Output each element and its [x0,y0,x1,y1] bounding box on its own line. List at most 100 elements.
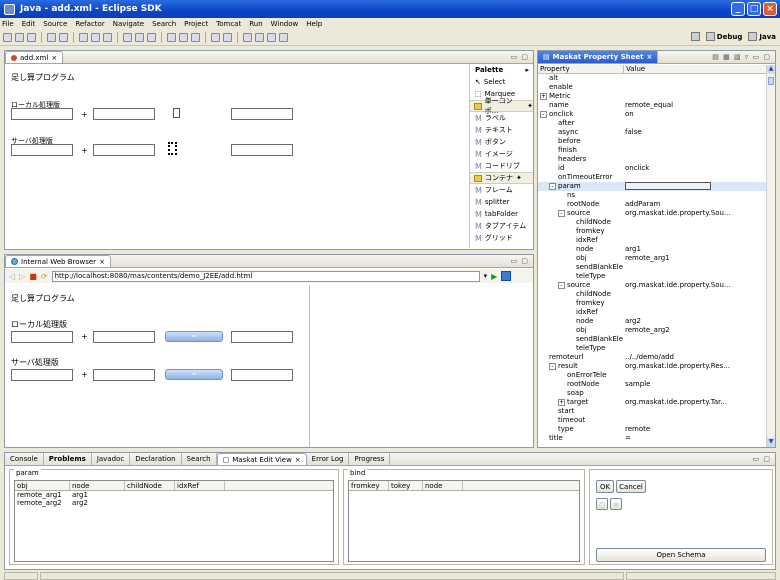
property-row[interactable]: rootNode addParam [538,200,766,209]
design-remote-arg2[interactable] [93,144,155,156]
property-value[interactable]: arg2 [625,317,641,326]
property-value[interactable]: remote_equal [625,101,673,110]
collapse-icon[interactable]: - [558,210,565,217]
property-value[interactable]: org.maskat.ide.property.Sou... [625,281,731,290]
property-row[interactable]: remoteurl ../../demo/add [538,353,766,362]
back-icon[interactable] [267,33,276,42]
property-row[interactable]: fromkey [538,299,766,308]
property-row[interactable]: node arg1 [538,245,766,254]
bind-table[interactable]: fromkey tokey node [348,480,580,562]
property-row[interactable]: - source org.maskat.ide.property.Sou... [538,209,766,218]
property-row[interactable]: childNode [538,218,766,227]
scroll-thumb[interactable] [768,77,774,85]
property-row[interactable]: start [538,407,766,416]
property-row[interactable]: rootNode sample [538,380,766,389]
palette-item[interactable]: M テキスト [470,124,533,136]
property-row[interactable]: sendBlankEle [538,335,766,344]
property-row[interactable]: after [538,119,766,128]
property-row[interactable]: timeout [538,416,766,425]
design-local-arg1[interactable] [11,108,73,120]
property-row[interactable]: async false [538,128,766,137]
bind-col-node[interactable]: node [423,481,463,490]
menu-search[interactable]: Search [152,20,176,28]
palette-item[interactable]: M ボタン [470,136,533,148]
property-value[interactable]: addParam [625,200,660,209]
property-value[interactable]: = [625,434,631,442]
property-row[interactable]: enable [538,83,766,92]
design-title-label[interactable]: 足し算プログラム [11,72,75,83]
property-value[interactable]: onclick [625,164,649,173]
remote-result-input[interactable] [231,369,293,381]
design-canvas[interactable]: 足し算プログラム ローカル処理版 + サーバ処理版 + [5,64,469,249]
property-value[interactable]: false [625,128,642,137]
palette-tool-select[interactable]: ↖ Select [470,76,533,88]
design-plus-label[interactable]: + [81,146,88,155]
new-package-icon[interactable] [179,33,188,42]
back-icon[interactable]: ◁ [9,272,15,281]
design-remote-equal-button-selected[interactable] [168,142,177,155]
bottom-minmax-icons[interactable]: ▭ ▢ [753,455,771,463]
external-tools-icon[interactable] [147,33,156,42]
table-row[interactable]: remote_arg2 arg2 [15,499,333,507]
close-tab-icon[interactable]: × [51,54,57,62]
tab-console[interactable]: Console [5,453,44,465]
local-arg2-input[interactable] [93,331,155,343]
pin-icon[interactable]: ✦ [516,174,522,182]
palette-item[interactable]: M フレーム [470,184,533,196]
server-start-icon[interactable] [47,33,56,42]
property-row[interactable]: name remote_equal [538,101,766,110]
remote-arg1-input[interactable] [11,369,73,381]
stop-icon[interactable]: ■ [29,272,37,281]
expand-icon[interactable]: + [558,399,565,406]
menu-navigate[interactable]: Navigate [113,20,144,28]
local-equal-button[interactable]: = [165,331,223,342]
url-dropdown-icon[interactable]: ▾ [484,272,488,280]
palette-item[interactable]: Msplitter [470,196,533,208]
forward-icon[interactable] [279,33,288,42]
property-scrollbar[interactable]: ▲ ▼ [766,65,775,447]
close-tab-icon[interactable]: × [99,258,105,266]
property-row[interactable]: alt [538,74,766,83]
tab-error-log[interactable]: Error Log [307,453,350,465]
maximize-button[interactable]: □ [747,2,761,16]
new-class-icon[interactable] [191,33,200,42]
table-row[interactable]: remote_arg1 arg1 [15,491,333,499]
property-row[interactable]: idxRef [538,308,766,317]
property-row[interactable]: type remote [538,425,766,434]
url-input[interactable]: http://localhost:8080/mas/contents/demo_… [51,270,480,282]
open-perspective-button[interactable] [690,32,700,41]
property-row[interactable]: - result org.maskat.ide.property.Res... [538,362,766,371]
property-row[interactable]: obj remote_arg2 [538,326,766,335]
property-row[interactable]: ns [538,191,766,200]
property-row[interactable]: soap [538,389,766,398]
open-type-icon[interactable] [211,33,220,42]
palette-item[interactable]: M イメージ [470,148,533,160]
property-row[interactable]: childNode [538,290,766,299]
debug-icon[interactable] [123,33,132,42]
forward-icon[interactable]: ▷ [19,272,25,281]
collapse-icon[interactable]: - [549,363,556,370]
tomcat-start-icon[interactable] [79,33,88,42]
menu-run[interactable]: Run [249,20,262,28]
property-value[interactable]: remote_arg2 [625,326,670,335]
java-perspective-button[interactable]: Java [748,32,776,41]
annotation-next-icon[interactable] [243,33,252,42]
property-row[interactable]: - onclick on [538,110,766,119]
property-row[interactable]: id onclick [538,164,766,173]
property-row[interactable]: sendBlankEle [538,263,766,272]
tab-maskat-property-sheet[interactable]: ▤ Maskat Property Sheet × [538,51,659,63]
print-icon[interactable] [27,33,36,42]
server-stop-icon[interactable] [59,33,68,42]
annotation-prev-icon[interactable] [255,33,264,42]
property-row[interactable]: teleType [538,344,766,353]
scroll-up-icon[interactable]: ▲ [767,65,775,74]
close-button[interactable]: × [763,2,777,16]
tab-javadoc[interactable]: Javadoc [92,453,131,465]
palette-drawer-single[interactable]: 単一コンポ... ✦ [470,97,533,115]
menu-window[interactable]: Window [271,20,299,28]
search-icon[interactable] [223,33,232,42]
editor-minmax-icons[interactable]: ▭ ▢ [511,53,529,61]
run-icon[interactable] [135,33,144,42]
property-tree[interactable]: alt enable + Metric name remote_equal - onclick… [538,74,766,442]
local-arg1-input[interactable] [11,331,73,343]
